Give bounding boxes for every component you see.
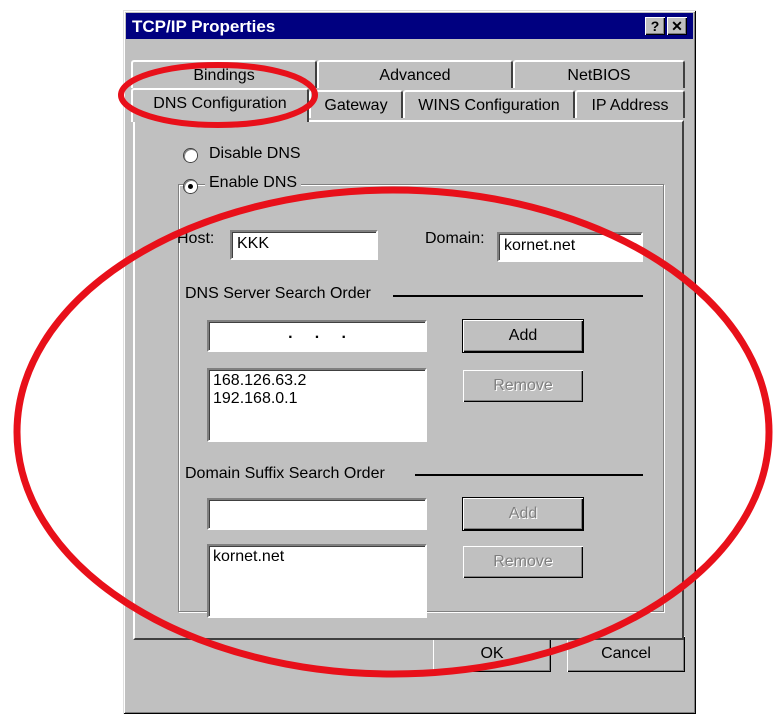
disable-dns-label[interactable]: Disable DNS [209, 145, 301, 163]
tcpip-properties-dialog: TCP/IP Properties ? ✕ Bindings Advanced … [123, 10, 696, 714]
dns-server-search-order-label: DNS Server Search Order [185, 285, 371, 302]
list-item[interactable]: 168.126.63.2 [213, 372, 421, 390]
dns-server-add-button[interactable]: Add [462, 319, 584, 353]
domain-suffix-add-button[interactable]: Add [462, 497, 584, 531]
domain-suffix-search-order-label: Domain Suffix Search Order [185, 465, 385, 482]
domain-label: Domain: [425, 230, 485, 247]
list-item[interactable]: 192.168.0.1 [213, 390, 421, 408]
title-bar[interactable]: TCP/IP Properties ? ✕ [126, 13, 693, 39]
tab-dns-configuration[interactable]: DNS Configuration [131, 88, 309, 122]
tab-bindings[interactable]: Bindings [131, 60, 317, 88]
domain-suffix-list[interactable]: kornet.net [207, 544, 427, 618]
dns-server-remove-button[interactable]: Remove [463, 370, 583, 402]
dns-configuration-panel: Disable DNS Enable DNS Host: KKK Domain:… [133, 120, 684, 640]
host-input[interactable]: KKK [230, 230, 378, 260]
enable-dns-radio[interactable] [184, 180, 197, 193]
domain-suffix-remove-button[interactable]: Remove [463, 546, 583, 578]
close-icon[interactable]: ✕ [667, 17, 687, 35]
enable-dns-label[interactable]: Enable DNS [205, 174, 302, 192]
disable-dns-radio[interactable] [184, 149, 197, 162]
tab-ip-address[interactable]: IP Address [575, 90, 685, 118]
cancel-button[interactable]: Cancel [567, 636, 685, 672]
tab-gateway[interactable]: Gateway [309, 90, 403, 118]
tab-advanced[interactable]: Advanced [317, 60, 513, 88]
host-label: Host: [177, 230, 215, 247]
help-button[interactable]: ? [645, 17, 665, 35]
ok-button[interactable]: OK [433, 636, 551, 672]
window-title: TCP/IP Properties [132, 17, 276, 36]
domain-suffix-input[interactable] [207, 498, 427, 530]
dns-server-ip-input[interactable]: . . . [207, 320, 427, 352]
tab-netbios[interactable]: NetBIOS [513, 60, 685, 88]
domain-suffix-divider [415, 474, 643, 476]
list-item[interactable]: kornet.net [213, 548, 421, 566]
dns-server-list[interactable]: 168.126.63.2 192.168.0.1 [207, 368, 427, 442]
dns-server-divider [393, 295, 643, 297]
domain-input[interactable]: kornet.net [497, 232, 643, 262]
tab-wins-configuration[interactable]: WINS Configuration [403, 90, 575, 118]
